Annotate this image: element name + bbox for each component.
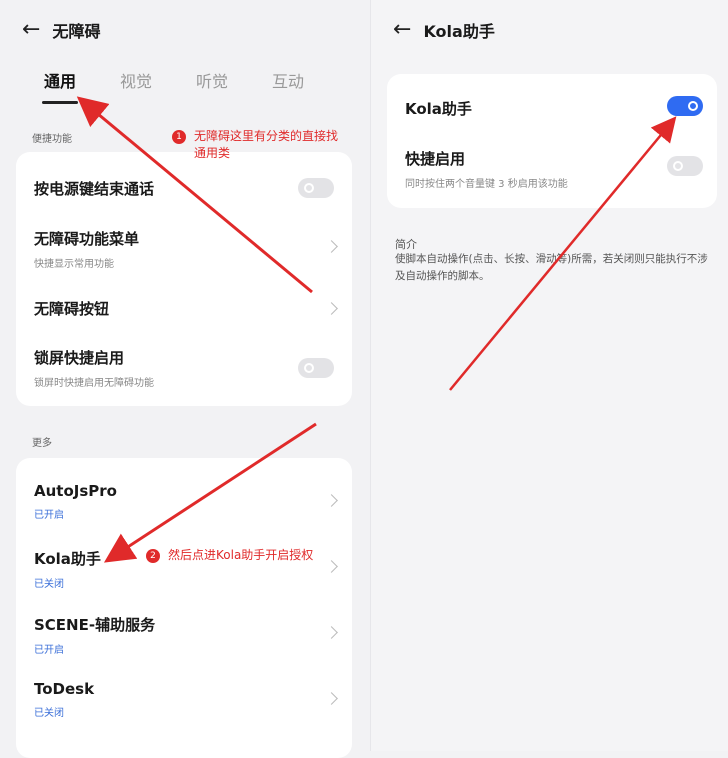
item-title: 按电源键结束通话 [34,180,155,198]
annotation-text: 然后点进Kola助手开启授权 [168,548,314,562]
annotation-number-badge: 2 [146,549,160,563]
toggle-knob [304,363,314,373]
intro-title: 简介 [395,238,417,251]
item-title: ToDesk [34,680,95,698]
shortcuts-card: 按电源键结束通话 无障碍功能菜单 快捷显示常用功能 无障碍按钮 锁屏快捷启用 锁… [16,152,352,406]
accessibility-header: ← 无障碍 [22,18,100,42]
tab-vision[interactable]: 视觉 [120,68,152,92]
kola-settings-card: Kola助手 快捷启用 同时按住两个音量键 3 秒启用该功能 [387,74,717,208]
annotation-1: 1 无障碍这里有分类的直接找 通用类 [172,128,338,162]
lockscreen-shortcut-toggle[interactable] [298,358,334,378]
item-title: 无障碍功能菜单 [34,230,140,248]
status-badge: 已关闭 [34,579,64,590]
kola-assistant-page: ← Kola助手 Kola助手 快捷启用 同时按住两个音量键 3 秒启用该功能 … [370,0,728,751]
item-subtitle: 锁屏时快捷启用无障碍功能 [34,378,154,389]
kola-service-toggle[interactable] [667,96,703,116]
back-arrow-icon[interactable]: ← [22,19,40,41]
tab-interaction[interactable]: 互动 [272,68,304,92]
list-item-todesk[interactable]: ToDesk 已关闭 [34,680,334,719]
annotation-number-badge: 1 [172,130,186,144]
list-item-accessibility-button[interactable]: 无障碍按钮 [34,298,334,319]
list-item-scene-service[interactable]: SCENE-辅助服务 已开启 [34,614,334,656]
list-item-accessibility-menu[interactable]: 无障碍功能菜单 快捷显示常用功能 [34,228,334,270]
status-badge: 已关闭 [34,708,64,719]
toggle-knob [688,101,698,111]
item-title: AutoJsPro [34,482,117,500]
item-title: Kola助手 [405,100,472,118]
item-title: 快捷启用 [405,150,466,168]
annotation-2: 2 然后点进Kola助手开启授权 [146,547,313,564]
quick-enable-toggle[interactable] [667,156,703,176]
list-item-power-end-call[interactable]: 按电源键结束通话 [34,178,334,199]
toggle-knob [304,183,314,193]
annotation-text-line2: 通用类 [194,146,231,160]
tab-general[interactable]: 通用 [41,68,79,104]
tab-hearing[interactable]: 听觉 [196,68,228,92]
page-title: 无障碍 [52,22,101,41]
more-services-card: AutoJsPro 已开启 Kola助手 已关闭 SCENE-辅助服务 已开启 … [16,458,352,758]
list-item-kola-service[interactable]: Kola助手 [405,98,699,119]
power-end-call-toggle[interactable] [298,178,334,198]
toggle-knob [673,161,683,171]
section-label-shortcuts: 便捷功能 [32,134,72,145]
accessibility-page: ← 无障碍 通用 视觉 听觉 互动 便捷功能 按电源键结束通话 无障碍功能菜单 … [0,0,365,758]
item-title: 锁屏快捷启用 [34,349,125,367]
back-arrow-icon[interactable]: ← [393,19,411,41]
item-title: 无障碍按钮 [34,300,110,318]
item-title: SCENE-辅助服务 [34,616,156,634]
intro-text: 使脚本自动操作(点击、长按、滑动等)所需，若关闭则只能执行不涉及自动操作的脚本。 [395,253,708,282]
annotation-text: 无障碍这里有分类的直接找 [194,129,339,143]
item-subtitle: 快捷显示常用功能 [34,259,114,270]
status-badge: 已开启 [34,645,64,656]
section-label-more: 更多 [32,438,52,449]
list-item-autojspro[interactable]: AutoJsPro 已开启 [34,482,334,521]
item-subtitle: 同时按住两个音量键 3 秒启用该功能 [405,179,568,190]
kola-header: ← Kola助手 [393,18,495,42]
list-item-quick-enable[interactable]: 快捷启用 同时按住两个音量键 3 秒启用该功能 [405,148,699,190]
category-tabs: 通用 视觉 听觉 互动 [41,68,304,104]
list-item-lockscreen-shortcut[interactable]: 锁屏快捷启用 锁屏时快捷启用无障碍功能 [34,347,334,389]
page-title: Kola助手 [423,22,495,41]
status-badge: 已开启 [34,510,64,521]
